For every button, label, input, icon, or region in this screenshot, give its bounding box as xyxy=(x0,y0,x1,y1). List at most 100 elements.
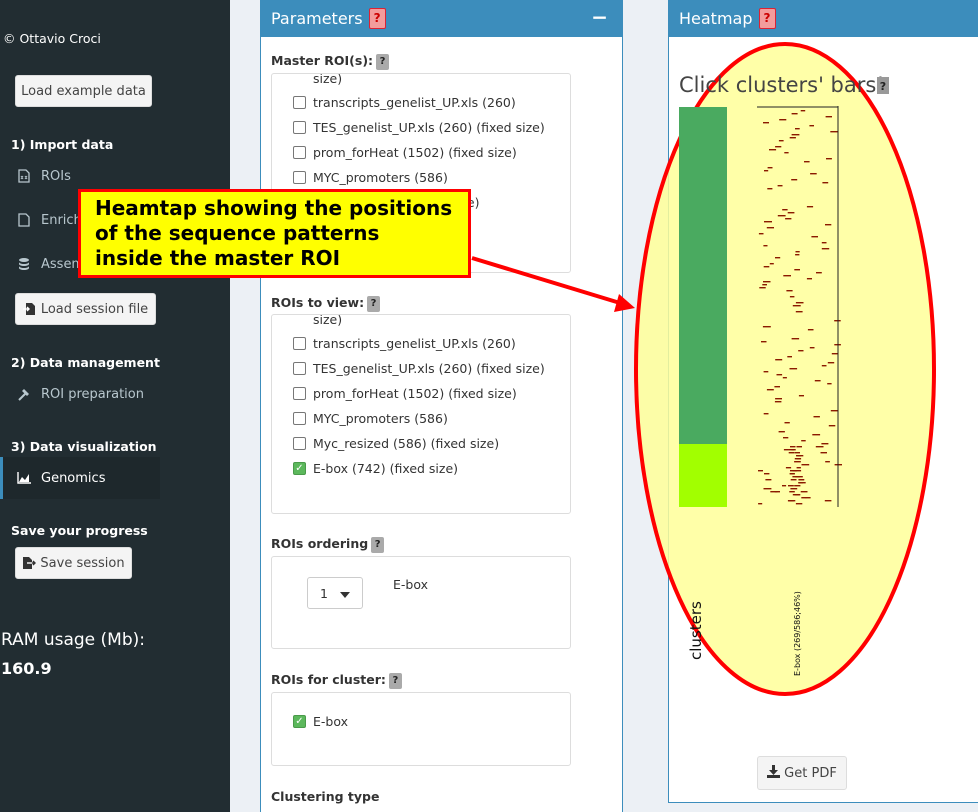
heatmap-tick xyxy=(825,224,832,226)
heatmap-tick xyxy=(831,353,838,355)
heatmap-tick xyxy=(806,206,814,208)
arrow-head xyxy=(614,294,635,312)
heatmap-tick xyxy=(806,278,812,280)
heatmap-tick xyxy=(790,488,798,490)
heatmap-tick xyxy=(795,128,800,130)
heatmap-tick xyxy=(785,467,792,469)
heatmap-tick xyxy=(795,494,801,496)
heatmap-tick xyxy=(777,185,783,187)
heatmap-tick xyxy=(812,434,821,436)
heatmap-tick xyxy=(797,455,804,457)
heatmap-tick xyxy=(758,470,763,472)
heatmap-tick xyxy=(815,446,824,448)
heatmap-tick xyxy=(759,287,766,289)
heatmap-tick xyxy=(784,152,789,154)
heatmap-tick xyxy=(788,485,794,487)
heatmap-tick xyxy=(795,503,803,505)
heatmap-tick xyxy=(801,464,810,466)
heatmap-overlay: Click clusters' bars! ? clusters E-box (… xyxy=(471,42,936,696)
heatmap-tick xyxy=(824,500,832,502)
arrow-line xyxy=(471,256,621,305)
heatmap-tick xyxy=(809,347,815,349)
heatmap-tick xyxy=(769,263,774,265)
heatmap-tick xyxy=(783,449,789,451)
heatmap-tick xyxy=(789,137,796,139)
heatmap-tick xyxy=(783,437,789,439)
heatmap-tick xyxy=(791,338,800,340)
heatmap-tick xyxy=(821,365,827,367)
heatmap-tick xyxy=(796,446,802,448)
heatmap-tick xyxy=(775,146,782,148)
heatmap-tick xyxy=(814,380,821,382)
heatmap-tick xyxy=(795,476,803,478)
heatmap-tick xyxy=(788,500,793,502)
heatmap-tick xyxy=(825,461,830,463)
heatmap-tick xyxy=(766,227,774,229)
heatmap-tick xyxy=(800,110,806,112)
heatmap-tick xyxy=(811,236,818,238)
heatmap-tick xyxy=(786,290,793,292)
heatmap-tick xyxy=(763,371,769,373)
heatmap-tick xyxy=(763,413,769,415)
heatmap-tick xyxy=(795,251,800,253)
heatmap-tick xyxy=(782,377,787,379)
heatmap-tick xyxy=(827,362,835,364)
heatmap-tick xyxy=(794,452,800,454)
heatmap-tick xyxy=(761,341,767,343)
heatmap-tick xyxy=(764,473,770,475)
heatmap-tick xyxy=(787,356,792,358)
heatmap-tick xyxy=(807,329,814,331)
cluster-bar-2[interactable] xyxy=(679,107,727,444)
heatmap-tick xyxy=(830,410,838,412)
heatmap-tick xyxy=(764,221,772,223)
heatmap-tick xyxy=(782,209,788,211)
heatmap-tick xyxy=(783,275,791,277)
heatmap-tick xyxy=(821,443,829,445)
heatmap-tick xyxy=(779,119,787,121)
heatmap-tick xyxy=(791,179,798,181)
heatmap-tick xyxy=(796,458,802,460)
heatmap-tick xyxy=(789,296,795,298)
heatmap-tick xyxy=(828,425,836,427)
heatmap-tick xyxy=(796,467,801,469)
heatmap-tick xyxy=(801,440,806,442)
heatmap-tick xyxy=(775,398,782,400)
heatmap-tick xyxy=(800,491,808,493)
heatmap-tick xyxy=(830,131,839,133)
heatmap-tick xyxy=(763,245,768,247)
heatmap-tick xyxy=(762,326,771,328)
clusters-axis-label: clusters xyxy=(687,601,705,660)
click-clusters-hint: Click clusters' bars! xyxy=(679,73,885,97)
heatmap-tick xyxy=(795,302,804,304)
heatmap-tick xyxy=(820,452,827,454)
heatmap-tick xyxy=(834,320,841,322)
heatmap-tick xyxy=(767,188,773,190)
heatmap-tick xyxy=(784,422,790,424)
heatmap-tick xyxy=(766,389,774,391)
heatmap-tick xyxy=(782,485,787,487)
heatmap-tick xyxy=(762,284,767,286)
heatmap-tick xyxy=(764,170,769,172)
heatmap-tick xyxy=(801,497,807,499)
heatmap-tick xyxy=(770,491,778,493)
heatmap-tick xyxy=(790,446,796,448)
heatmap-tick xyxy=(776,374,783,376)
column-label: E-box (269/586;46%) xyxy=(793,591,802,676)
heatmap-tick xyxy=(767,167,773,169)
cluster-bar-3[interactable] xyxy=(679,444,727,507)
heatmap-tick xyxy=(787,212,795,214)
heatmap-tick xyxy=(775,257,781,259)
heatmap-tick xyxy=(810,173,817,175)
heatmap-tick xyxy=(763,122,769,124)
heatmap-tick xyxy=(798,395,804,397)
heatmap-tick xyxy=(798,350,804,352)
heatmap-tick xyxy=(791,113,798,115)
heatmap-tick xyxy=(822,182,829,184)
heatmap-tick xyxy=(765,479,772,481)
heatmap-tick xyxy=(816,272,822,274)
heatmap-tick xyxy=(789,368,798,370)
heatmap-tick xyxy=(778,140,784,142)
heatmap-tick xyxy=(778,431,785,433)
heatmap-tick xyxy=(798,482,803,484)
heatmap-tick xyxy=(758,503,763,505)
